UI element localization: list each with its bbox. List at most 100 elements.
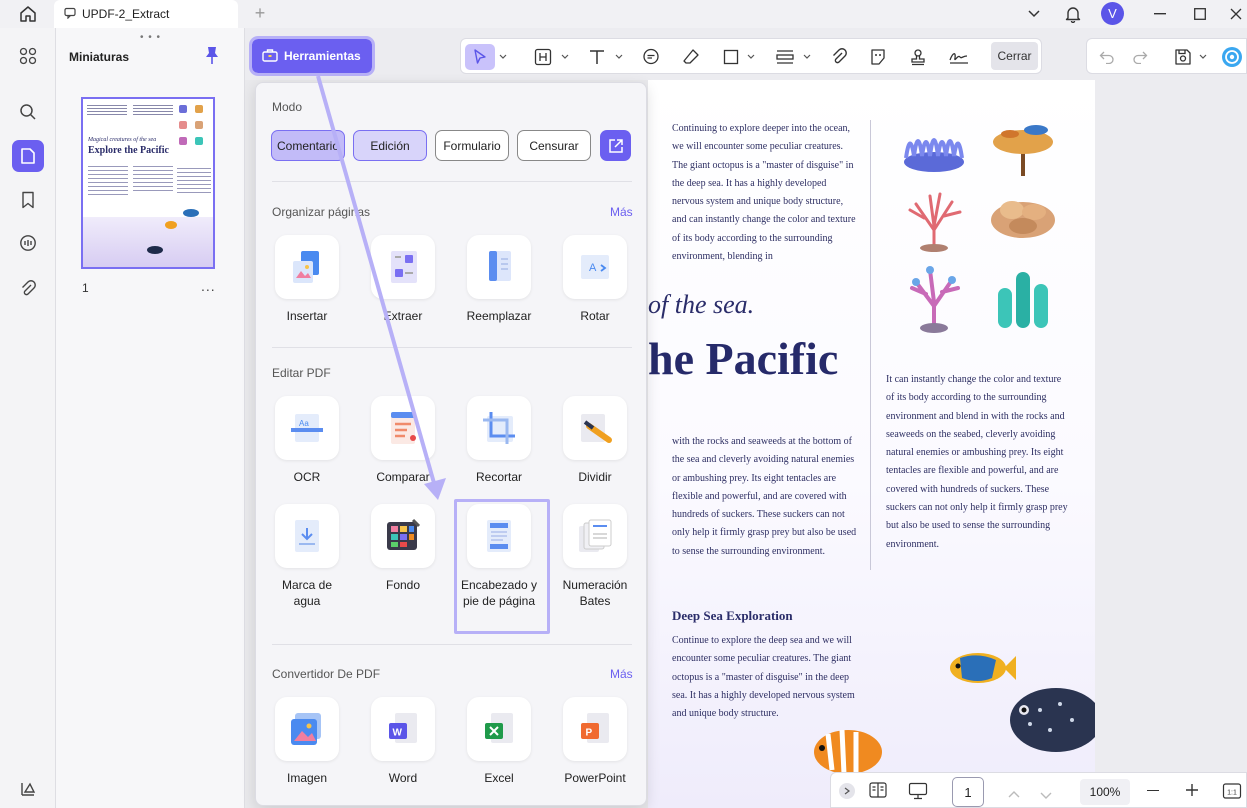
avatar[interactable]: V [1101,2,1124,25]
image-icon [275,697,339,761]
thumbnail-page-number: 1 [82,281,89,295]
chevron-down-icon[interactable] [1197,44,1209,70]
reading-mode-icon[interactable] [869,782,887,803]
tool-powerpoint-label: PowerPoint [564,771,626,785]
shape-icon[interactable] [719,44,743,70]
doc-title: he Pacific [648,333,839,384]
search-icon[interactable] [12,96,44,128]
home-icon[interactable] [14,3,42,25]
convert-more-link[interactable]: Más [610,667,633,681]
zoom-level[interactable]: 100% [1080,779,1130,805]
document-tab-title: UPDF-2_Extract [82,7,170,21]
attachment-icon[interactable] [12,273,44,305]
presentation-icon[interactable] [908,782,928,805]
sticker-icon[interactable] [866,44,890,70]
chevron-down-icon[interactable] [1024,2,1044,26]
close-button[interactable]: Cerrar [991,42,1038,70]
text-icon[interactable] [585,44,609,70]
collapse-icon[interactable] [839,783,855,799]
open-external-icon[interactable] [600,130,631,161]
pin-icon[interactable] [204,46,220,66]
signature-icon[interactable] [946,44,972,70]
highlight-frame [454,499,550,634]
tool-watermark[interactable]: Marca de agua [267,504,347,609]
tool-convert-powerpoint[interactable]: P PowerPoint [555,697,635,786]
powerpoint-icon: P [563,697,627,761]
divider [272,644,632,645]
tool-crop-label: Recortar [475,470,522,484]
tool-convert-word[interactable]: W Word [363,697,443,786]
mode-edit-button[interactable]: Edición [353,130,427,161]
apps-grid-icon[interactable] [12,40,44,72]
panel-title: Miniaturas [69,50,130,64]
bookmark-icon[interactable] [12,184,44,216]
chevron-down-icon[interactable] [801,44,813,70]
stamp-icon[interactable] [906,44,930,70]
close-window-icon[interactable] [1226,2,1246,26]
page-thumbnail[interactable]: Magical creatures of the sea Explore the… [81,97,215,269]
attachment-icon[interactable] [827,44,851,70]
thumbnail-more-icon[interactable]: ... [201,278,216,294]
tool-split[interactable]: Dividir [555,396,635,485]
organize-more-link[interactable]: Más [610,205,633,219]
tool-convert-image[interactable]: Imagen [267,697,347,786]
chevron-down-icon[interactable] [745,44,757,70]
doc-title-italic: of the sea. [648,290,755,319]
fit-page-icon[interactable]: 1:1 [1222,781,1242,806]
title-bar: UPDF-2_Extract + V [0,0,1247,28]
tool-compare[interactable]: Comparar [363,396,443,485]
minimize-icon[interactable] [1150,2,1170,26]
section-title-edit: Editar PDF [272,366,331,380]
mode-form-button[interactable]: Formulario [435,130,509,161]
tool-bates-numbering[interactable]: Numeración Bates [555,504,635,609]
maximize-icon[interactable] [1190,2,1210,26]
chevron-down-icon[interactable] [559,44,571,70]
comment-icon [64,7,76,22]
coral-illustration [988,120,1058,183]
eraser-icon[interactable] [679,44,703,70]
measure-icon[interactable] [773,44,797,70]
select-cursor-icon[interactable] [465,44,495,70]
textbox-icon[interactable] [531,44,555,70]
thumbnails-icon[interactable] [12,140,44,172]
document-tab[interactable]: UPDF-2_Extract [54,0,238,28]
svg-text:Aa: Aa [299,419,309,428]
bell-icon[interactable] [1063,2,1083,26]
new-tab-icon[interactable]: + [250,4,270,24]
tools-button[interactable]: Herramientas [249,36,375,76]
tool-convert-excel[interactable]: Excel [459,697,539,786]
ai-assistant-icon[interactable] [1219,44,1245,70]
doc-paragraph-4: Continue to explore the deep sea and we … [672,635,855,720]
tool-background[interactable]: Fondo [363,504,443,593]
note-icon[interactable] [639,44,663,70]
tool-crop[interactable]: Recortar [459,396,539,485]
tool-insert[interactable]: Insertar [267,235,347,324]
tool-rotate[interactable]: A Rotar [555,235,635,324]
layers-icon[interactable] [12,773,44,805]
chevron-down-icon[interactable] [613,44,625,70]
drag-handle-icon[interactable]: • • • [140,32,161,43]
tool-extract[interactable]: Extraer [363,235,443,324]
next-page-icon[interactable] [1040,787,1052,805]
tool-ocr[interactable]: Aa OCR [267,396,347,485]
undo-icon[interactable] [1095,44,1119,70]
page-number-input[interactable]: 1 [952,777,984,807]
zoom-in-icon[interactable] [1185,783,1199,802]
document-page[interactable]: Continuing to explore deeper into the oc… [648,80,1095,808]
split-icon [563,396,627,460]
save-icon[interactable] [1171,44,1195,70]
previous-page-icon[interactable] [1008,785,1020,803]
comments-icon[interactable] [12,227,44,259]
divider [272,181,632,182]
section-title-organize: Organizar páginas [272,205,371,219]
tool-replace[interactable]: Reemplazar [459,235,539,324]
chevron-down-icon[interactable] [497,44,509,70]
redo-icon[interactable] [1128,44,1152,70]
history-toolgroup [1086,38,1247,74]
tool-watermark-label: Marca de agua [281,578,333,608]
mode-comment-button[interactable]: Comentario [271,130,345,161]
tool-excel-label: Excel [484,771,514,785]
tool-word-label: Word [388,771,418,785]
zoom-out-icon[interactable] [1147,790,1159,792]
mode-redact-button[interactable]: Censurar [517,130,591,161]
